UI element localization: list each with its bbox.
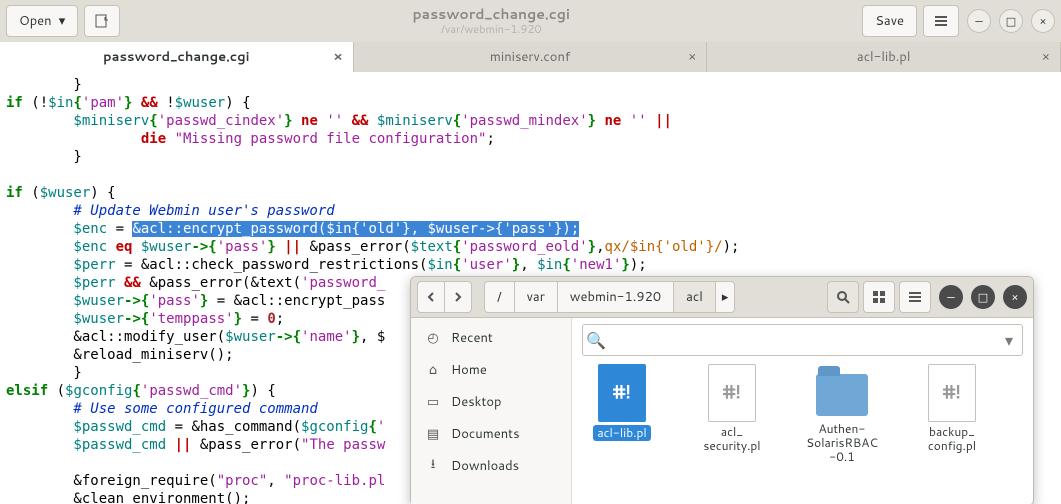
file-grid: acl-lib.pl acl_ security.pl Authen- Sola… <box>572 362 1033 504</box>
file-item[interactable]: backup_ config.pl <box>910 364 994 453</box>
open-label: Open <box>19 12 52 30</box>
new-document-icon <box>94 13 110 29</box>
maximize-button[interactable]: □ <box>999 9 1023 33</box>
file-manager-sidebar: ◴ Recent ⌂ Home ▭ Desktop ▤ Documents ⭳ Downl… <box>411 318 572 504</box>
forward-button[interactable] <box>445 281 472 313</box>
gedit-header: Open ▾ password_change.cgi /var/webmin-1… <box>0 0 1061 43</box>
tab-label: miniserv.conf <box>490 48 570 66</box>
sidebar-label: Documents <box>451 425 520 443</box>
file-label: backup_ config.pl <box>928 425 976 453</box>
sidebar-label: Home <box>451 361 487 379</box>
back-button[interactable] <box>417 281 445 313</box>
fm-close-button[interactable]: × <box>1003 285 1027 309</box>
icon-view-button[interactable] <box>863 281 895 313</box>
download-icon: ⭳ <box>425 455 441 477</box>
grid-icon <box>872 290 886 304</box>
tab-label: password_change.cgi <box>103 48 249 66</box>
code-selection: &acl::encrypt_password($in{'old'}, $wuse… <box>132 221 579 237</box>
search-icon <box>836 290 850 304</box>
home-icon: ⌂ <box>425 361 441 379</box>
save-label: Save <box>875 12 904 30</box>
file-item[interactable]: acl-lib.pl <box>580 364 664 441</box>
file-item[interactable]: acl_ security.pl <box>690 364 774 453</box>
chevron-left-icon <box>426 292 436 302</box>
window-subtitle: /var/webmin-1.920 <box>441 23 541 35</box>
window-title-area: password_change.cgi /var/webmin-1.920 <box>120 7 862 34</box>
sidebar-home[interactable]: ⌂ Home <box>411 354 571 386</box>
crumb-var[interactable]: var <box>515 282 558 312</box>
chevron-right-icon <box>453 292 463 302</box>
search-icon: 🔍 <box>583 329 609 352</box>
file-manager-header: / var webmin-1.920 acl ▸ — □ × <box>411 277 1033 318</box>
script-file-icon <box>708 364 756 422</box>
file-manager-window: / var webmin-1.920 acl ▸ — □ × ◴ Recent ⌂… <box>410 276 1034 504</box>
folder-icon <box>816 374 868 416</box>
hamburger-button[interactable] <box>923 5 959 37</box>
file-label: acl-lib.pl <box>593 425 650 441</box>
search-toggle[interactable] <box>827 281 859 313</box>
file-search-input[interactable]: 🔍 ▾ <box>582 324 1023 356</box>
hamburger-icon <box>908 290 922 304</box>
script-file-icon <box>598 364 646 422</box>
editor-tabs: password_change.cgi × miniserv.conf × acl-… <box>0 42 1061 73</box>
close-icon[interactable]: × <box>1042 48 1050 66</box>
menu-button[interactable] <box>899 281 931 313</box>
file-label: Authen- SolarisRBAC -0.1 <box>806 422 878 463</box>
crumb-root[interactable]: / <box>485 282 515 312</box>
open-button[interactable]: Open ▾ <box>6 5 78 37</box>
sidebar-label: Desktop <box>451 393 502 411</box>
fm-maximize-button[interactable]: □ <box>971 285 995 309</box>
file-manager-content: 🔍 ▾ acl-lib.pl acl_ security.pl <box>572 318 1033 504</box>
search-options-dropdown[interactable]: ▾ <box>996 329 1022 352</box>
close-button[interactable]: × <box>1031 9 1055 33</box>
gedit-window-controls: — □ × <box>967 9 1055 33</box>
tab-password-change[interactable]: password_change.cgi × <box>0 42 354 72</box>
fm-minimize-button[interactable]: — <box>939 285 963 309</box>
script-file-icon <box>928 364 976 422</box>
path-breadcrumbs: / var webmin-1.920 acl ▸ <box>484 281 735 313</box>
file-item[interactable]: Authen- SolarisRBAC -0.1 <box>800 364 884 463</box>
sidebar-recent[interactable]: ◴ Recent <box>411 322 571 354</box>
close-icon[interactable]: × <box>333 48 342 66</box>
crumb-webmin[interactable]: webmin-1.920 <box>558 282 674 312</box>
sidebar-label: Downloads <box>451 457 519 475</box>
sidebar-desktop[interactable]: ▭ Desktop <box>411 386 571 418</box>
documents-icon: ▤ <box>425 425 441 443</box>
tab-acl-lib[interactable]: acl-lib.pl × <box>707 42 1061 72</box>
crumb-dropdown[interactable]: ▸ <box>716 282 735 312</box>
new-tab-button[interactable] <box>84 5 120 37</box>
tab-label: acl-lib.pl <box>857 48 911 66</box>
file-label: acl_ security.pl <box>703 425 760 453</box>
tab-miniserv[interactable]: miniserv.conf × <box>354 42 708 72</box>
hamburger-icon <box>934 14 948 28</box>
save-button[interactable]: Save <box>862 5 917 37</box>
sidebar-label: Recent <box>451 329 493 347</box>
clock-icon: ◴ <box>425 329 441 347</box>
crumb-acl[interactable]: acl <box>674 282 716 312</box>
close-icon[interactable]: × <box>688 48 696 66</box>
minimize-button[interactable]: — <box>967 9 991 33</box>
sidebar-documents[interactable]: ▤ Documents <box>411 418 571 450</box>
desktop-icon: ▭ <box>425 393 441 411</box>
sidebar-downloads[interactable]: ⭳ Downloads <box>411 450 571 482</box>
